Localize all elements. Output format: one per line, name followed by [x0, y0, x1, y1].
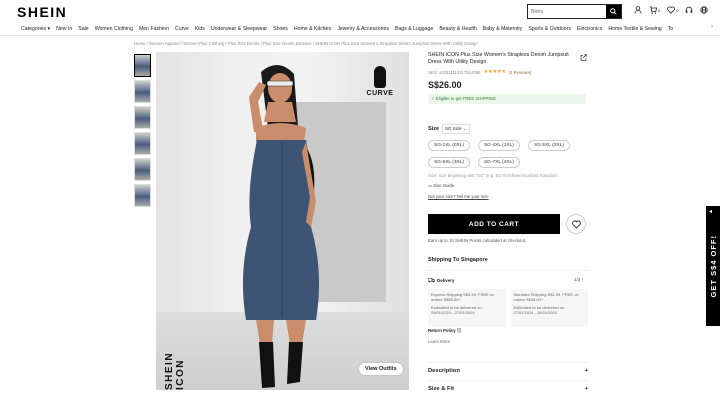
search-button[interactable] — [606, 5, 621, 18]
promo-tab[interactable]: ◂ GET S$4 OFF! — [706, 206, 720, 326]
header: SHEIN 0 0 — [0, 0, 720, 22]
ruler-icon: ▭ — [428, 183, 433, 188]
shipping-option-card[interactable]: Standard Shipping S$1.99, FREE on orders… — [510, 289, 588, 327]
shipping-title: Shipping To Singapore — [428, 257, 488, 263]
accordion-title: Description — [428, 367, 460, 374]
size-options: SG-1XL (0XL) SG-4XL (1XL) SG-5XL (2XL) SG-6… — [428, 140, 588, 168]
product-title: SHEIN ICON Plus Size Women's Strapless D… — [428, 52, 569, 65]
heart-icon[interactable]: 0 — [667, 6, 678, 14]
nav-next-icon[interactable]: › — [711, 24, 713, 30]
nav-item[interactable]: Sale — [78, 26, 88, 32]
size-guide-text: Size Guide — [433, 183, 455, 188]
thumbnail[interactable] — [134, 158, 151, 181]
product-info: SHEIN ICON Plus Size Women's Strapless D… — [428, 52, 588, 104]
nav-item[interactable]: Home & Kitchen — [294, 26, 331, 32]
nav-item[interactable]: Underwear & Sleepwear — [211, 26, 267, 32]
nav-item[interactable]: Curve — [175, 26, 189, 32]
user-icon[interactable] — [634, 6, 642, 14]
nav-item[interactable]: Baby & Maternity — [483, 26, 523, 32]
size-option[interactable]: SG-4XL (1XL) — [477, 140, 520, 151]
size-feedback-link[interactable]: Not your size? Tell me your size — [428, 194, 588, 199]
return-policy-label: Return Policy — [428, 328, 456, 333]
nav-item[interactable]: Women Clothing — [95, 26, 133, 32]
size-label: Size — [428, 126, 440, 132]
globe-icon[interactable] — [700, 6, 709, 14]
headset-icon[interactable] — [685, 6, 693, 14]
thumbnail[interactable] — [134, 184, 151, 207]
nav-item[interactable]: To — [668, 26, 673, 32]
nav-item[interactable]: Men Fashion — [139, 26, 169, 32]
view-outfits-button[interactable]: View Outfits — [359, 363, 403, 375]
curve-badge: CURVE — [362, 66, 398, 97]
nav-item[interactable]: Home Textile & Sewing — [608, 26, 661, 32]
thumbnail-list — [134, 54, 152, 210]
size-option[interactable]: SG-7XL (4XL) — [477, 157, 520, 168]
model-figure — [242, 64, 320, 388]
size-option[interactable]: SG-5XL (2XL) — [527, 140, 570, 151]
promo-text: GET S$4 OFF! — [708, 234, 718, 298]
thumbnail[interactable] — [134, 132, 151, 155]
rating-stars: ★★★★★ — [483, 69, 506, 75]
nav-item[interactable]: Jewelry & Accessories — [337, 26, 389, 32]
nav-item[interactable]: Bags & Luggage — [395, 26, 433, 32]
size-guide-link[interactable]: ▭ Size Guide — [428, 183, 588, 189]
category-nav: Categories ▾ New In Sale Women Clothing Men … — [0, 22, 720, 36]
thumbnail[interactable] — [134, 80, 151, 103]
wishlist-button[interactable] — [566, 214, 586, 234]
review-count[interactable]: (4 Reviews) — [509, 70, 532, 75]
accordion-size-fit[interactable]: Size & Fit + — [428, 380, 588, 396]
share-icon[interactable] — [580, 54, 587, 63]
nav-item[interactable]: Beauty & Health — [439, 26, 477, 32]
plus-icon: + — [584, 385, 588, 392]
size-option[interactable]: SG-6XL (3XL) — [428, 157, 470, 168]
size-standard-select[interactable]: SG Size ⌄ — [442, 124, 470, 134]
search-bar[interactable] — [527, 4, 622, 19]
shein-logo[interactable]: SHEIN — [17, 4, 67, 20]
points-note: Earn up to 18 SHEIN Points calculated at… — [428, 238, 527, 243]
wish-count: 0 — [676, 7, 679, 13]
curve-silhouette-icon — [374, 66, 386, 88]
nav-item[interactable]: Shoes — [273, 26, 288, 32]
nav-item[interactable]: Sports & Outdoors — [528, 26, 571, 32]
brand-watermark: SHEIN ICON — [164, 351, 186, 390]
product-price: S$26.00 — [428, 80, 462, 90]
info-icon: ⓘ — [456, 328, 462, 333]
size-note: Size: Size beginning with "SG" (e.g. SG-… — [428, 173, 557, 178]
free-shipping-banner: ✓ Eligible to get FREE SHIPPING — [428, 94, 586, 104]
cart-count: 0 — [658, 7, 661, 13]
search-input[interactable] — [528, 5, 606, 18]
heart-icon — [571, 220, 581, 229]
curve-badge-text: CURVE — [366, 90, 394, 97]
truck-icon — [427, 277, 436, 284]
delivery-label: Delivery — [437, 278, 455, 283]
cart-icon[interactable]: 0 — [649, 6, 660, 14]
size-option[interactable]: SG-1XL (0XL) — [428, 140, 470, 151]
search-icon — [610, 8, 617, 15]
return-policy[interactable]: Return Policy ⓘ — [428, 328, 461, 334]
thumbnail[interactable] — [134, 54, 151, 77]
collapse-arrow-icon[interactable]: ◂ — [709, 208, 712, 215]
sku: SKU: sz2311110117514086 — [428, 69, 481, 75]
nav-item[interactable]: New In — [56, 26, 72, 32]
add-to-cart-button[interactable]: ADD TO CART — [428, 214, 560, 234]
learn-more-link[interactable]: Learn More — [428, 339, 450, 344]
shipping-option-card[interactable]: Express Shipping S$3.99, FREE on orders … — [428, 289, 506, 327]
nav-item[interactable]: Electronics — [577, 26, 602, 32]
shipping-option-eta: Estimated to be delivered on 25/01/2024 … — [431, 305, 482, 315]
accordion-title: Size & Fit — [428, 385, 455, 392]
shipping-option-eta: Estimated to be delivered on 27/01/2024 … — [513, 305, 565, 315]
accordion-description[interactable]: Description + — [428, 362, 588, 378]
shipping-option-title: Standard Shipping S$1.99, FREE on orders… — [513, 292, 579, 302]
plus-icon: + — [584, 367, 588, 374]
thumbnail[interactable] — [134, 106, 151, 129]
breadcrumb: Home / Women Apparel / Women Plus Clothi… — [134, 41, 478, 46]
size-section: Size SG Size ⌄ SG-1XL (0XL) SG-4XL (1XL) S… — [428, 124, 588, 199]
nav-item[interactable]: Categories ▾ — [21, 26, 50, 32]
nav-item[interactable]: Kids — [195, 26, 205, 32]
main-product-image[interactable]: CURVE SHEIN ICON View Outfits — [156, 52, 409, 390]
delivery-pager[interactable]: 1/3 › — [574, 277, 583, 282]
shipping-option-title: Express Shipping S$3.99, FREE on orders … — [431, 292, 495, 302]
sku-row: SKU: sz2311110117514086 ★★★★★ (4 Reviews… — [428, 69, 588, 75]
delivery-section: Delivery 1/3 › Express Shipping S$3.99, … — [427, 270, 588, 327]
